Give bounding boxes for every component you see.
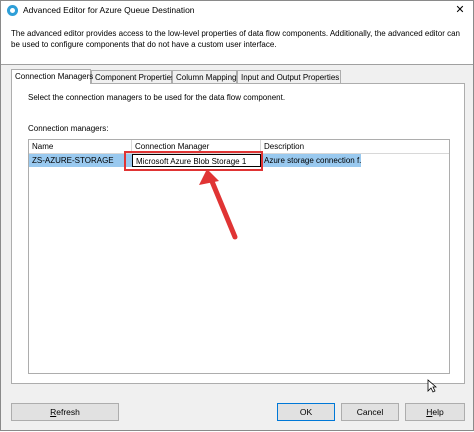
connection-managers-label: Connection managers: xyxy=(28,124,109,133)
title-bar: Advanced Editor for Azure Queue Destinat… xyxy=(1,1,473,20)
panel-instruction: Select the connection managers to be use… xyxy=(28,93,286,102)
refresh-button[interactable]: Refresh xyxy=(11,403,119,421)
ok-button[interactable]: OK xyxy=(277,403,335,421)
column-header-name[interactable]: Name xyxy=(29,140,132,153)
cell-name[interactable]: ZS-AZURE-STORAGE xyxy=(29,154,132,167)
refresh-label-post: efresh xyxy=(56,407,80,417)
help-label-post: elp xyxy=(432,407,444,417)
column-header-description[interactable]: Description xyxy=(261,140,361,153)
cell-description[interactable]: Azure storage connection f... xyxy=(261,154,361,167)
tab-input-output-properties[interactable]: Input and Output Properties xyxy=(237,70,341,83)
close-icon[interactable]: ✕ xyxy=(451,2,469,18)
description-area: The advanced editor provides access to t… xyxy=(1,20,473,65)
annotation-highlight-box xyxy=(124,151,263,171)
description-text: The advanced editor provides access to t… xyxy=(11,29,461,49)
tab-column-mappings[interactable]: Column Mappings xyxy=(172,70,240,83)
window-title: Advanced Editor for Azure Queue Destinat… xyxy=(23,5,195,15)
help-button[interactable]: Help xyxy=(405,403,465,421)
connection-managers-panel: Select the connection managers to be use… xyxy=(11,83,465,384)
azure-queue-icon xyxy=(7,5,18,16)
tab-connection-managers[interactable]: Connection Managers xyxy=(11,69,93,84)
connection-managers-grid: Name Connection Manager Description ZS-A… xyxy=(28,139,450,374)
tab-component-properties[interactable]: Component Properties xyxy=(91,70,175,83)
cancel-button[interactable]: Cancel xyxy=(341,403,399,421)
mouse-pointer-icon xyxy=(427,379,437,393)
advanced-editor-window: Advanced Editor for Azure Queue Destinat… xyxy=(0,0,474,431)
